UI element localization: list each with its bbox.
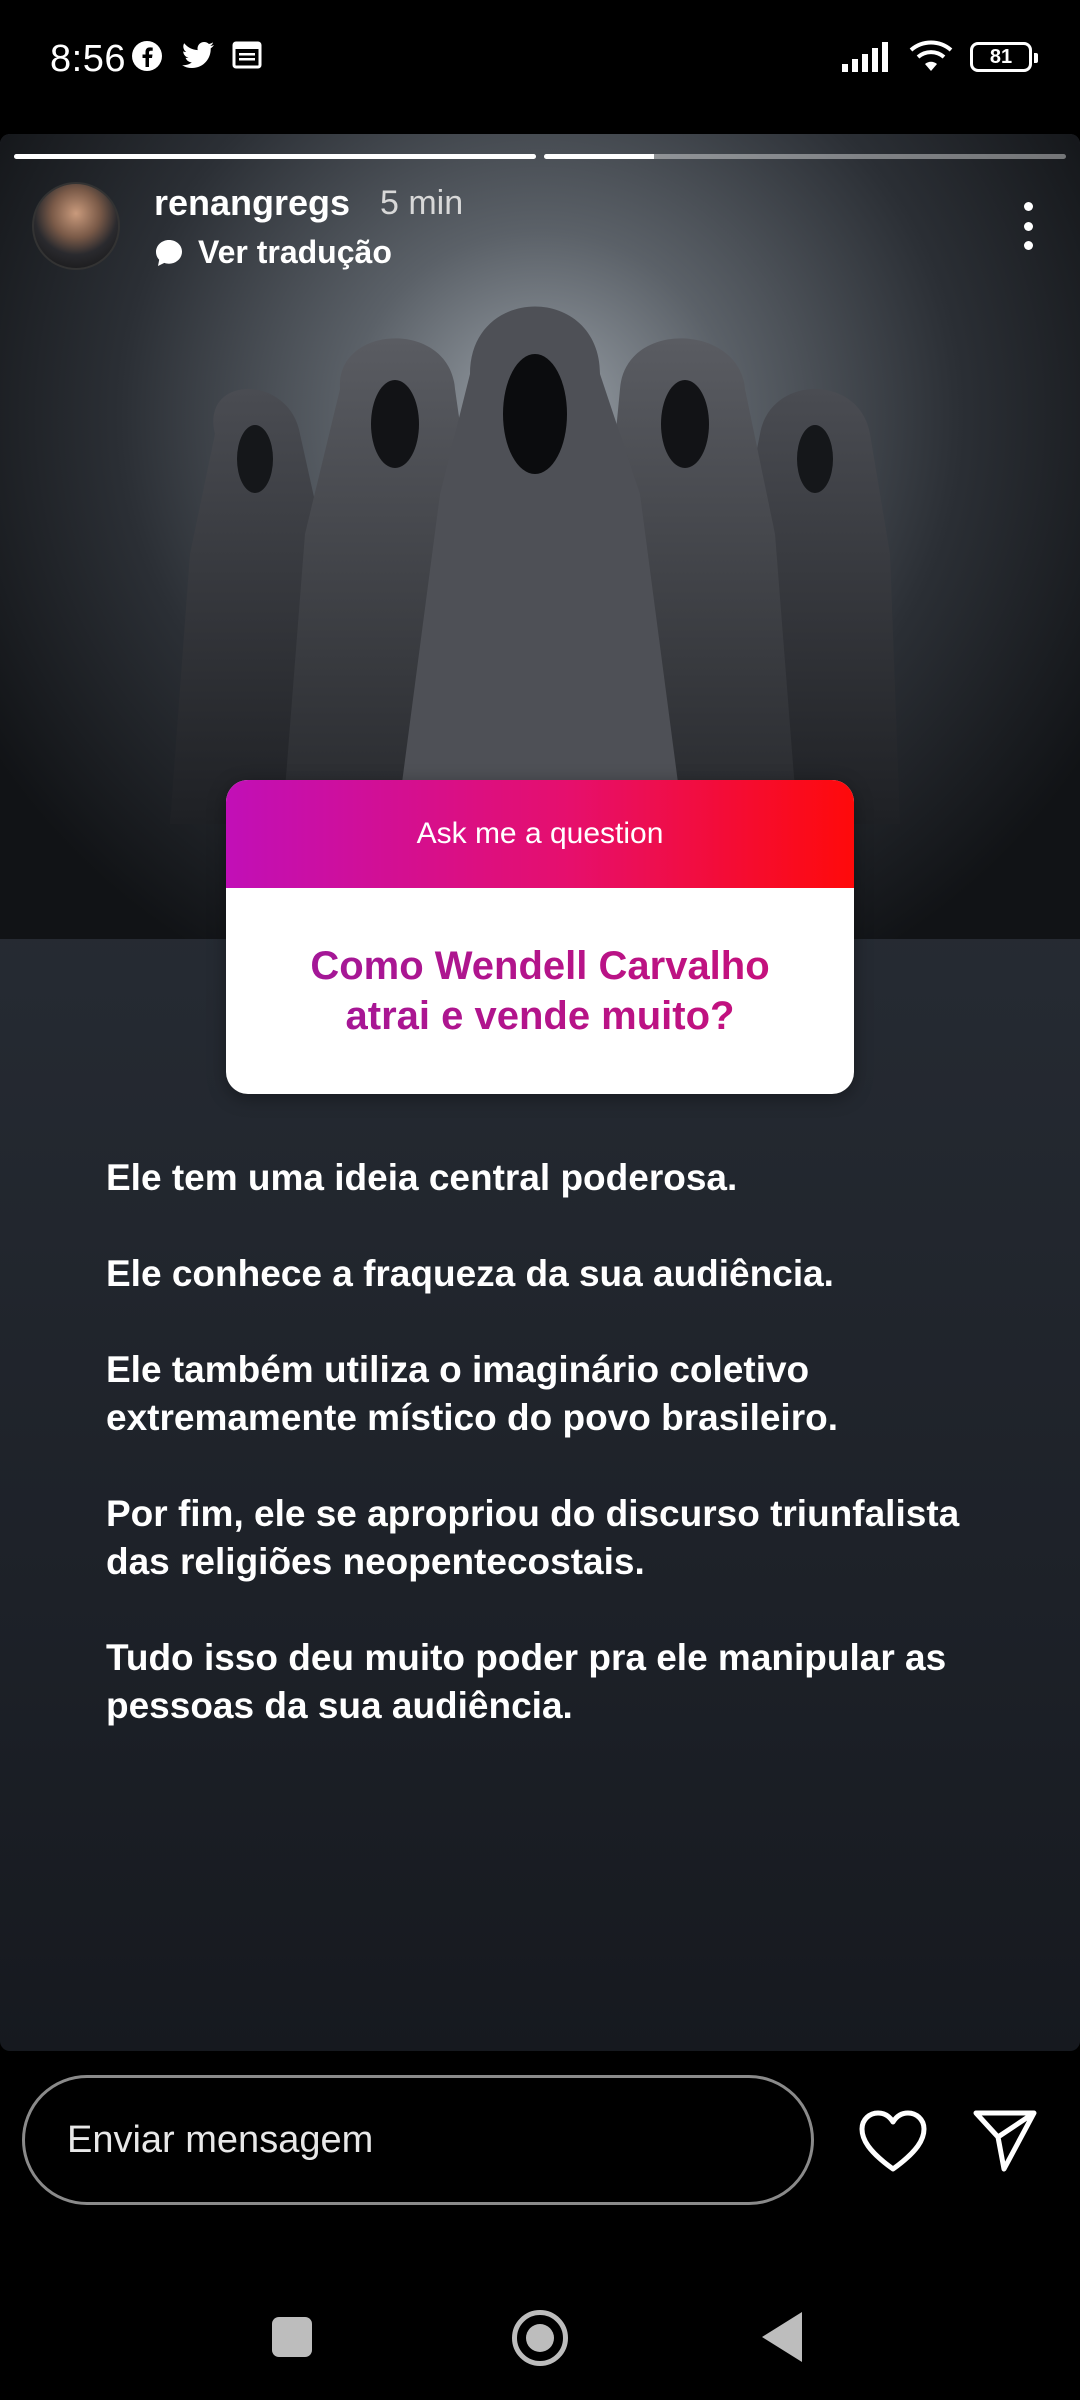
back-icon[interactable] bbox=[762, 2312, 802, 2362]
speech-bubble-icon bbox=[156, 239, 182, 266]
story-paragraph: Ele tem uma ideia central poderosa. bbox=[106, 1157, 738, 1198]
avatar[interactable] bbox=[32, 182, 120, 270]
story-viewer[interactable]: renangregs 5 min Ver tradução Ask me a q… bbox=[0, 134, 1080, 2051]
wifi-icon bbox=[909, 40, 953, 71]
progress-segment bbox=[544, 154, 1066, 159]
question-sticker-body: Como Wendell Carvalho atrai e vende muit… bbox=[226, 888, 854, 1094]
reply-composer: Enviar mensagem bbox=[0, 2075, 1080, 2215]
battery-level: 81 bbox=[989, 46, 1013, 68]
translate-label: Ver tradução bbox=[198, 234, 392, 270]
recent-apps-icon[interactable] bbox=[272, 2317, 312, 2357]
signal-icon bbox=[842, 42, 888, 72]
heart-icon[interactable] bbox=[858, 2109, 928, 2173]
status-bar: 8:56 81 bbox=[0, 0, 1080, 120]
system-nav-bar bbox=[0, 2290, 1080, 2370]
twitter-icon bbox=[182, 42, 214, 68]
progress-segment bbox=[14, 154, 536, 159]
story-paragraph: Por fim, ele se apropriou do discurso tr… bbox=[106, 1493, 960, 1582]
calendar-icon bbox=[232, 41, 262, 69]
story-text: Ele tem uma ideia central poderosa. Ele … bbox=[106, 1154, 1006, 1778]
battery-icon: 81 bbox=[970, 42, 1038, 72]
message-input[interactable]: Enviar mensagem bbox=[22, 2075, 814, 2205]
facebook-icon bbox=[132, 41, 162, 71]
post-time: 5 min bbox=[380, 184, 464, 222]
username[interactable]: renangregs bbox=[154, 182, 350, 224]
story-paragraph: Ele conhece a fraqueza da sua audiência. bbox=[106, 1253, 834, 1294]
story-paragraph: Ele também utiliza o imaginário coletivo… bbox=[106, 1349, 838, 1438]
translate-link[interactable]: Ver tradução bbox=[154, 234, 392, 271]
message-placeholder: Enviar mensagem bbox=[67, 2118, 374, 2161]
story-header: renangregs 5 min Ver tradução bbox=[32, 182, 1048, 282]
question-text: Como Wendell Carvalho atrai e vende muit… bbox=[266, 941, 814, 1041]
more-options-icon[interactable] bbox=[1008, 196, 1048, 256]
question-sticker-header: Ask me a question bbox=[226, 780, 854, 888]
question-sticker[interactable]: Ask me a question Como Wendell Carvalho … bbox=[226, 780, 854, 1094]
status-time: 8:56 bbox=[50, 38, 126, 80]
story-paragraph: Tudo isso deu muito poder pra ele manipu… bbox=[106, 1637, 947, 1726]
home-icon[interactable] bbox=[512, 2310, 568, 2366]
send-icon[interactable] bbox=[970, 2105, 1040, 2175]
story-progress-bar bbox=[14, 154, 1066, 159]
question-sticker-title: Ask me a question bbox=[416, 817, 664, 850]
